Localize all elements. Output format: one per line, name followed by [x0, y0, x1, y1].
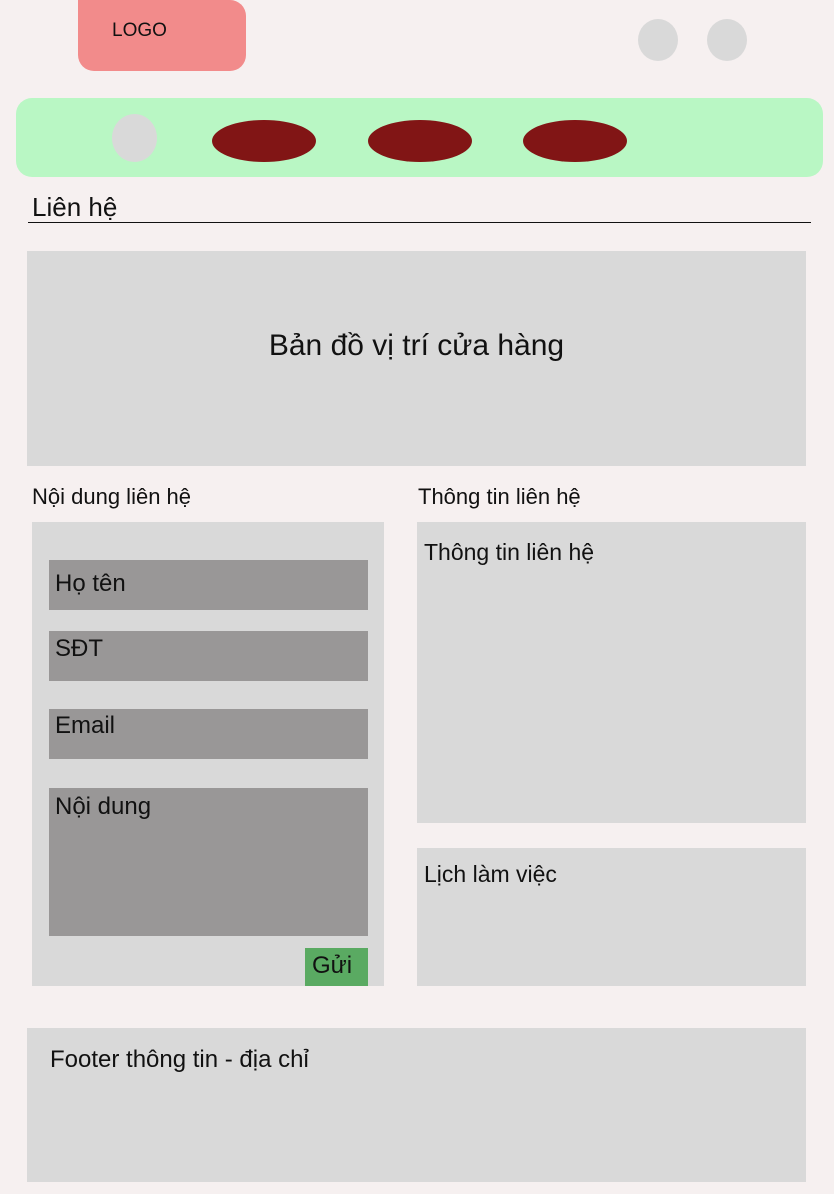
- contact-info-label: Thông tin liên hệ: [424, 539, 595, 565]
- nav-home-icon[interactable]: [112, 114, 157, 162]
- contact-info-title: Thông tin liên hệ: [418, 484, 581, 509]
- footer-label: Footer thông tin - địa chỉ: [50, 1046, 309, 1073]
- send-button[interactable]: Gửi: [305, 948, 368, 986]
- email-placeholder: Email: [55, 712, 116, 739]
- message-field[interactable]: Nội dung: [49, 788, 368, 936]
- user-icon[interactable]: [638, 19, 678, 61]
- page-title: Liên hệ: [32, 192, 118, 222]
- store-map[interactable]: Bản đồ vị trí cửa hàng: [27, 251, 806, 466]
- contact-form: Họ tên SĐT Email Nội dung: [32, 522, 384, 986]
- logo[interactable]: LOGO: [78, 0, 246, 71]
- footer: Footer thông tin - địa chỉ: [27, 1028, 806, 1182]
- message-placeholder: Nội dung: [55, 793, 152, 820]
- contact-form-title: Nội dung liên hệ: [32, 484, 192, 509]
- nav-bar: [16, 98, 823, 177]
- nav-item-2[interactable]: [368, 120, 472, 162]
- schedule-box: Lịch làm việc: [417, 848, 806, 986]
- nav-item-1[interactable]: [212, 120, 316, 162]
- logo-text: LOGO: [112, 20, 167, 41]
- title-divider: [28, 222, 811, 223]
- email-field[interactable]: Email: [49, 709, 368, 759]
- contact-info-box: Thông tin liên hệ: [417, 522, 806, 823]
- phone-field[interactable]: SĐT: [49, 631, 368, 681]
- phone-placeholder: SĐT: [55, 635, 103, 662]
- nav-item-3[interactable]: [523, 120, 627, 162]
- map-label: Bản đồ vị trí cửa hàng: [268, 329, 565, 362]
- schedule-label: Lịch làm việc: [424, 861, 557, 887]
- cart-icon[interactable]: [707, 19, 747, 61]
- name-field[interactable]: Họ tên: [49, 560, 368, 610]
- send-button-label: Gửi: [312, 952, 353, 979]
- name-placeholder: Họ tên: [55, 570, 126, 597]
